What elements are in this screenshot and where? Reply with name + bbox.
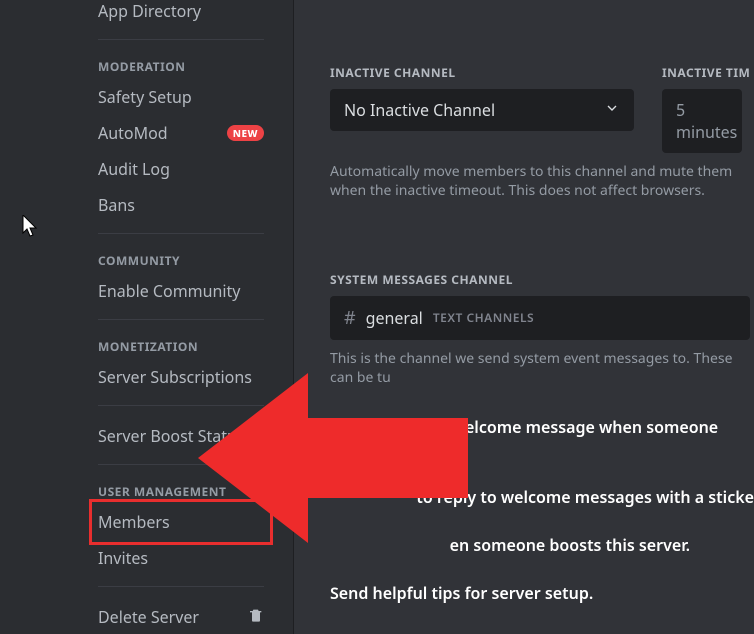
trash-icon [248,606,264,628]
new-badge: NEW [227,125,264,141]
toggle-welcome-message[interactable]: Send a random welcome message when someo… [330,408,754,468]
boost-icon: ◆ [253,427,264,446]
sidebar-item-label: AutoMod [98,122,168,144]
toggle-label: Send helpful tips for server setup. [330,582,593,604]
sidebar-item-label: Bans [98,194,135,216]
sidebar-item-label: Safety Setup [98,86,192,108]
sidebar-item-members[interactable]: Members [94,504,268,540]
hash-icon: # [344,306,356,330]
sidebar-item-label: Members [98,511,170,533]
sidebar-item-automod[interactable]: AutoMod NEW [98,115,264,151]
toggle-label: to reply to welcome messages with a stic… [416,486,754,508]
toggle-label: en someone boosts this server. [450,534,690,556]
system-messages-label: SYSTEM MESSAGES CHANNEL [330,271,754,288]
sidebar-item-server-subscriptions[interactable]: Server Subscriptions [98,359,264,395]
section-header-monetization: MONETIZATION [98,320,264,359]
sidebar-item-label: Invites [98,547,148,569]
section-header-user-management: USER MANAGEMENT [98,465,264,504]
chevron-down-icon [604,99,620,121]
sidebar-item-label: Delete Server [98,606,199,628]
settings-sidebar: App Directory MODERATION Safety Setup Au… [0,0,294,634]
sidebar-item-label: App Directory [98,0,201,22]
toggle-welcome-sticker[interactable]: to reply to welcome messages with a stic… [330,478,754,516]
channel-category: TEXT CHANNELS [433,309,534,326]
sidebar-item-audit-log[interactable]: Audit Log [98,151,264,187]
system-messages-channel-select[interactable]: # general TEXT CHANNELS [330,296,750,340]
divider [98,405,264,406]
sidebar-item-label: Enable Community [98,280,240,302]
sidebar-item-bans[interactable]: Bans [98,187,264,223]
sidebar-item-label: Server Boost Status [98,425,245,447]
divider [98,586,264,587]
inactive-helper-text: Automatically move members to this chann… [330,163,754,201]
sidebar-item-label: Audit Log [98,158,170,180]
settings-content: INACTIVE CHANNEL No Inactive Channel INA… [294,0,754,634]
toggle-setup-tips[interactable]: Send helpful tips for server setup. [330,574,754,612]
system-messages-helper-text: This is the channel we send system event… [330,350,754,388]
section-header-community: COMMUNITY [98,234,264,273]
toggle-boost-message[interactable]: en someone boosts this server. [330,526,754,564]
sidebar-item-safety-setup[interactable]: Safety Setup [98,79,264,115]
select-value: No Inactive Channel [344,99,495,121]
sidebar-item-label: Server Subscriptions [98,366,252,388]
inactive-timeout-label: INACTIVE TIM [662,64,750,81]
inactive-timeout-select[interactable]: 5 minutes [662,89,742,153]
channel-name: general [366,307,423,329]
sidebar-item-delete-server[interactable]: Delete Server [98,599,264,634]
inactive-channel-label: INACTIVE CHANNEL [330,64,634,81]
sidebar-item-server-boost[interactable]: Server Boost Status ◆ [98,418,264,454]
section-header-moderation: MODERATION [98,40,264,79]
select-value: 5 minutes [676,99,737,143]
toggle-label: Send a random welcome message when someo… [330,416,718,460]
sidebar-item-invites[interactable]: Invites [98,540,264,576]
sidebar-item-enable-community[interactable]: Enable Community [98,273,264,309]
inactive-channel-select[interactable]: No Inactive Channel [330,89,634,131]
sidebar-item-app-directory[interactable]: App Directory [98,0,264,29]
